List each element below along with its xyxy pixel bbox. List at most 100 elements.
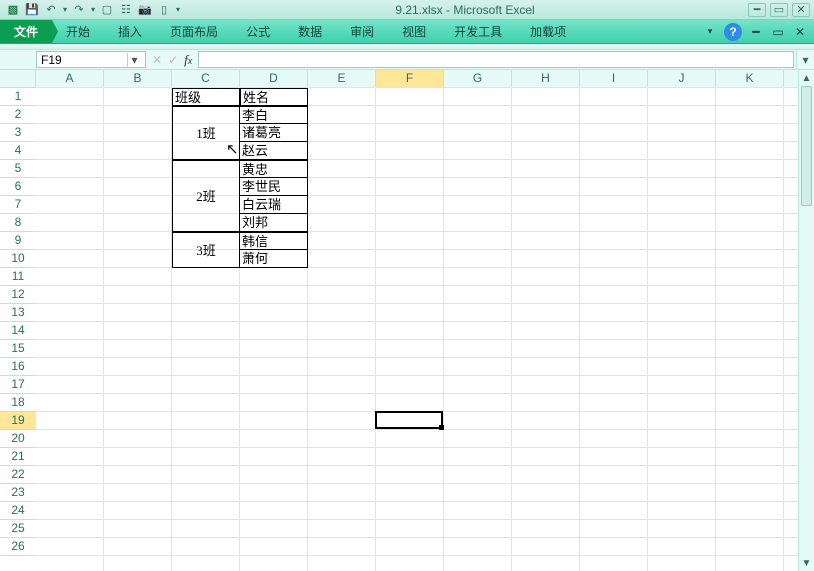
column-header-B[interactable]: B <box>104 70 172 87</box>
row-header-2[interactable]: 2 <box>0 106 36 124</box>
row-header-23[interactable]: 23 <box>0 484 36 502</box>
redo-icon[interactable]: ↷ <box>70 2 88 18</box>
tab-file[interactable]: 文件 <box>0 20 52 43</box>
row-header-20[interactable]: 20 <box>0 430 36 448</box>
vertical-scrollbar[interactable]: ▲ ▼ <box>798 70 814 571</box>
spreadsheet-grid[interactable]: 1234567891011121314151617181920212223242… <box>0 70 814 571</box>
select-all-corner[interactable] <box>0 70 36 88</box>
close-button[interactable]: ✕ <box>792 3 810 17</box>
column-header-H[interactable]: H <box>512 70 580 87</box>
column-header-K[interactable]: K <box>716 70 784 87</box>
insert-function-icon[interactable]: fx <box>184 52 192 68</box>
qat-more-icon[interactable]: ▾ <box>174 2 182 18</box>
row-header-22[interactable]: 22 <box>0 466 36 484</box>
row-header-8[interactable]: 8 <box>0 214 36 232</box>
new-icon[interactable]: ▢ <box>98 2 116 18</box>
column-header-I[interactable]: I <box>580 70 648 87</box>
tab-page-layout[interactable]: 页面布局 <box>156 20 232 43</box>
print-area-icon[interactable]: ☷ <box>117 2 135 18</box>
row-header-19[interactable]: 19 <box>0 412 36 430</box>
row-header-15[interactable]: 15 <box>0 340 36 358</box>
cells-area[interactable]: ABCDEFGHIJK 班级姓名1班李白诸葛亮赵云2班黄忠李世民白云瑞刘邦3班韩… <box>36 70 814 571</box>
cell-C2[interactable]: 1班 <box>172 106 240 160</box>
ribbon-minimize-icon[interactable]: ▾ <box>702 24 718 40</box>
row-header-10[interactable]: 10 <box>0 250 36 268</box>
name-box-dropdown-icon[interactable]: ▾ <box>127 53 141 67</box>
cell-D3[interactable]: 诸葛亮 <box>240 124 308 142</box>
column-header-D[interactable]: D <box>240 70 308 87</box>
tab-data[interactable]: 数据 <box>284 20 336 43</box>
tab-view[interactable]: 视图 <box>388 20 440 43</box>
row-header-17[interactable]: 17 <box>0 376 36 394</box>
cell-D4[interactable]: 赵云 <box>240 142 308 160</box>
name-box-value: F19 <box>41 53 127 67</box>
formula-bar: F19 ▾ ✕ ✓ fx ▾ <box>0 50 814 70</box>
column-header-J[interactable]: J <box>648 70 716 87</box>
formula-input[interactable] <box>198 51 794 68</box>
maximize-button[interactable]: ▭ <box>770 3 788 17</box>
minimize-button[interactable]: ━ <box>748 3 766 17</box>
name-box[interactable]: F19 ▾ <box>36 51 146 68</box>
row-header-1[interactable]: 1 <box>0 88 36 106</box>
tab-insert[interactable]: 插入 <box>104 20 156 43</box>
formula-bar-expand-icon[interactable]: ▾ <box>796 50 814 69</box>
column-header-G[interactable]: G <box>444 70 512 87</box>
cell-C1[interactable]: 班级 <box>172 88 240 106</box>
cell-D1[interactable]: 姓名 <box>240 88 308 106</box>
column-header-F[interactable]: F <box>376 70 444 87</box>
cell-D5[interactable]: 黄忠 <box>240 160 308 178</box>
camera-icon[interactable]: 📷 <box>136 2 154 18</box>
open-icon[interactable]: ▯ <box>155 2 173 18</box>
row-header-9[interactable]: 9 <box>0 232 36 250</box>
row-header-24[interactable]: 24 <box>0 502 36 520</box>
row-header-5[interactable]: 5 <box>0 160 36 178</box>
row-header-14[interactable]: 14 <box>0 322 36 340</box>
row-header-21[interactable]: 21 <box>0 448 36 466</box>
column-header-C[interactable]: C <box>172 70 240 87</box>
cell-C9[interactable]: 3班 <box>172 232 240 268</box>
excel-icon[interactable]: ▧ <box>4 2 22 18</box>
cell-D2[interactable]: 李白 <box>240 106 308 124</box>
doc-minimize-icon[interactable]: ━ <box>748 24 764 40</box>
row-header-18[interactable]: 18 <box>0 394 36 412</box>
row-header-3[interactable]: 3 <box>0 124 36 142</box>
redo-dropdown-icon[interactable]: ▾ <box>89 2 97 18</box>
cell-D6[interactable]: 李世民 <box>240 178 308 196</box>
row-header-16[interactable]: 16 <box>0 358 36 376</box>
tab-formulas[interactable]: 公式 <box>232 20 284 43</box>
row-header-4[interactable]: 4 <box>0 142 36 160</box>
scroll-track[interactable] <box>799 86 814 555</box>
cell-D8[interactable]: 刘邦 <box>240 214 308 232</box>
doc-close-icon[interactable]: ✕ <box>792 24 808 40</box>
cell-D9[interactable]: 韩信 <box>240 232 308 250</box>
column-header-A[interactable]: A <box>36 70 104 87</box>
undo-icon[interactable]: ↶ <box>42 2 60 18</box>
row-header-6[interactable]: 6 <box>0 178 36 196</box>
tab-developer[interactable]: 开发工具 <box>440 20 516 43</box>
window-controls: ━ ▭ ✕ <box>748 3 810 17</box>
row-header-13[interactable]: 13 <box>0 304 36 322</box>
tab-review[interactable]: 审阅 <box>336 20 388 43</box>
row-header-25[interactable]: 25 <box>0 520 36 538</box>
scroll-down-icon[interactable]: ▼ <box>799 555 814 571</box>
scroll-thumb[interactable] <box>801 86 812 206</box>
cell-D7[interactable]: 白云瑞 <box>240 196 308 214</box>
quick-access-toolbar: ▧ 💾 ↶ ▾ ↷ ▾ ▢ ☷ 📷 ▯ ▾ <box>4 2 182 18</box>
column-headers: ABCDEFGHIJK <box>36 70 814 88</box>
tab-addins[interactable]: 加载项 <box>516 20 580 43</box>
save-icon[interactable]: 💾 <box>23 2 41 18</box>
row-header-26[interactable]: 26 <box>0 538 36 556</box>
window-title: 9.21.xlsx - Microsoft Excel <box>182 3 748 17</box>
cell-D10[interactable]: 萧何 <box>240 250 308 268</box>
row-header-7[interactable]: 7 <box>0 196 36 214</box>
row-header-11[interactable]: 11 <box>0 268 36 286</box>
undo-dropdown-icon[interactable]: ▾ <box>61 2 69 18</box>
doc-restore-icon[interactable]: ▭ <box>770 24 786 40</box>
help-icon[interactable]: ? <box>724 23 742 41</box>
column-header-E[interactable]: E <box>308 70 376 87</box>
tab-home[interactable]: 开始 <box>52 20 104 43</box>
row-header-12[interactable]: 12 <box>0 286 36 304</box>
cell-C5[interactable]: 2班 <box>172 160 240 232</box>
scroll-up-icon[interactable]: ▲ <box>799 70 814 86</box>
title-bar: ▧ 💾 ↶ ▾ ↷ ▾ ▢ ☷ 📷 ▯ ▾ 9.21.xlsx - Micros… <box>0 0 814 20</box>
